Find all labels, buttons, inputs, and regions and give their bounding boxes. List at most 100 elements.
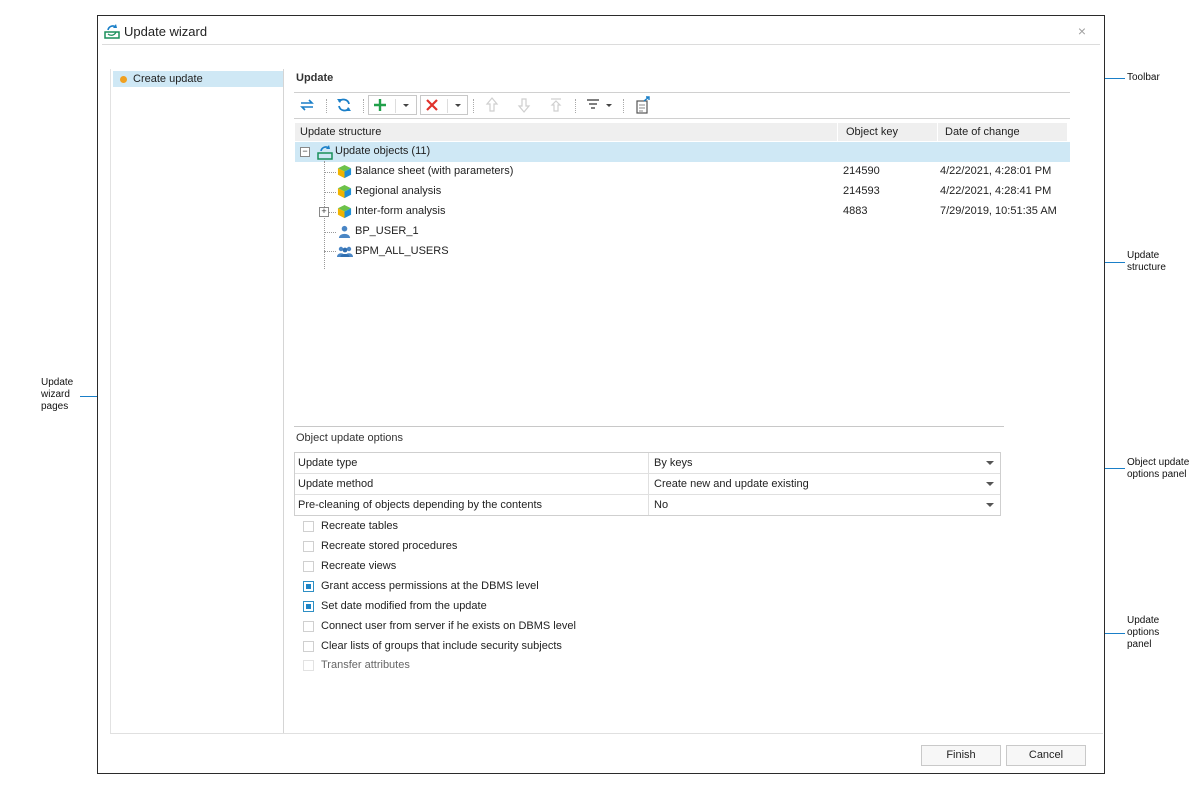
add-icon[interactable] xyxy=(370,95,390,115)
group-icon xyxy=(337,246,353,257)
tree-root-label: Update objects (11) xyxy=(335,145,431,157)
filter-icon[interactable] xyxy=(584,95,604,115)
tree-line xyxy=(324,192,336,193)
checkbox-label: Transfer attributes xyxy=(321,659,410,671)
callout-update-options: Update options panel xyxy=(1127,615,1160,650)
tree-row-key: 214590 xyxy=(843,165,880,177)
tree-row-date: 7/29/2019, 10:51:35 AM xyxy=(940,205,1057,217)
toolbar xyxy=(294,95,1070,117)
move-top-icon[interactable] xyxy=(546,95,566,115)
tree-root-row[interactable]: − Update objects (11) xyxy=(295,142,1070,162)
tree-line xyxy=(324,172,336,173)
checkbox-transfer-attributes[interactable] xyxy=(303,660,314,671)
callout-object-options: Object update options panel xyxy=(1127,457,1190,480)
move-down-icon[interactable] xyxy=(514,95,534,115)
option-row-update-method[interactable]: Update method Create new and update exis… xyxy=(295,474,1000,495)
wizard-pages-panel: Create update xyxy=(110,69,284,733)
column-header-object-key[interactable]: Object key xyxy=(838,123,940,141)
checkbox-grant-access-permissions[interactable] xyxy=(303,581,314,592)
chevron-down-icon[interactable] xyxy=(986,461,994,465)
collapse-icon[interactable]: − xyxy=(300,147,310,157)
checkbox-label: Recreate stored procedures xyxy=(321,540,458,552)
add-dropdown-arrow-icon[interactable] xyxy=(398,95,414,115)
wizard-page-create-update[interactable]: Create update xyxy=(113,71,283,87)
toolbar-separator xyxy=(447,99,449,113)
toolbar-separator xyxy=(395,99,397,113)
cube-icon xyxy=(337,164,352,179)
update-structure-tree: Update structure Object key Date of chan… xyxy=(295,123,1070,428)
cube-icon xyxy=(337,184,352,199)
tree-row-label: BPM_ALL_USERS xyxy=(355,245,449,257)
tree-row-key: 214593 xyxy=(843,185,880,197)
object-options-title: Object update options xyxy=(296,432,404,444)
checkbox-label: Recreate tables xyxy=(321,520,399,532)
checkbox-set-date-modified[interactable] xyxy=(303,601,314,612)
filter-dropdown-arrow-icon[interactable] xyxy=(603,95,615,115)
tree-row[interactable]: BP_USER_1 xyxy=(295,222,1070,242)
grid-divider xyxy=(648,474,649,494)
tree-row[interactable]: + Inter-form analysis 4883 7/29/2019, 10… xyxy=(295,202,1070,222)
column-header-structure[interactable]: Update structure xyxy=(295,123,842,141)
tree-row-label: Balance sheet (with parameters) xyxy=(355,165,514,177)
checkbox-recreate-tables[interactable] xyxy=(303,521,314,532)
tree-row-label: Regional analysis xyxy=(355,185,442,197)
title-divider xyxy=(102,44,1100,45)
checkbox-label: Grant access permissions at the DBMS lev… xyxy=(321,580,539,592)
delete-icon[interactable] xyxy=(422,95,442,115)
checkbox-connect-user[interactable] xyxy=(303,621,314,632)
toolbar-separator xyxy=(623,99,625,113)
toolbar-separator xyxy=(326,99,328,113)
wizard-page-label: Create update xyxy=(133,73,203,85)
column-header-date-of-change[interactable]: Date of change xyxy=(938,123,1067,141)
close-icon[interactable]: × xyxy=(1078,23,1086,39)
chevron-down-icon[interactable] xyxy=(986,503,994,507)
toolbar-separator xyxy=(473,99,475,113)
delete-dropdown-arrow-icon[interactable] xyxy=(450,95,466,115)
tree-row[interactable]: Regional analysis 214593 4/22/2021, 4:28… xyxy=(295,182,1070,202)
update-section-title: Update xyxy=(296,72,334,84)
checkbox-label: Set date modified from the update xyxy=(321,600,487,612)
footer-divider xyxy=(110,733,1103,734)
active-page-dot-icon xyxy=(120,76,127,83)
tree-row[interactable]: Balance sheet (with parameters) 214590 4… xyxy=(295,162,1070,182)
tree-row-date: 4/22/2021, 4:28:01 PM xyxy=(940,165,1052,177)
option-name: Update method xyxy=(298,478,374,490)
export-icon[interactable] xyxy=(633,95,653,115)
section-divider xyxy=(294,92,1070,93)
toolbar-divider xyxy=(294,118,1070,119)
tree-row-label: Inter-form analysis xyxy=(355,205,446,217)
option-row-pre-cleaning[interactable]: Pre-cleaning of objects depending by the… xyxy=(295,495,1000,515)
move-up-icon[interactable] xyxy=(482,95,502,115)
expand-icon[interactable]: + xyxy=(319,207,329,217)
toolbar-separator xyxy=(363,99,365,113)
finish-button[interactable]: Finish xyxy=(921,745,1001,766)
update-objects-icon xyxy=(317,145,333,160)
toolbar-separator xyxy=(575,99,577,113)
tree-line xyxy=(324,232,336,233)
checkbox-recreate-views[interactable] xyxy=(303,561,314,572)
option-value-select[interactable]: By keys xyxy=(654,457,693,469)
checkbox-clear-group-lists[interactable] xyxy=(303,641,314,652)
chevron-down-icon[interactable] xyxy=(986,482,994,486)
update-wizard-icon xyxy=(104,24,120,39)
callout-update-structure: Update structure xyxy=(1127,250,1166,273)
options-divider xyxy=(294,426,1004,427)
option-name: Update type xyxy=(298,457,358,469)
option-value-select[interactable]: No xyxy=(654,499,668,511)
option-name: Pre-cleaning of objects depending by the… xyxy=(298,499,542,511)
checkbox-recreate-stored-procedures[interactable] xyxy=(303,541,314,552)
tree-row-label: BP_USER_1 xyxy=(355,225,419,237)
option-row-update-type[interactable]: Update type By keys xyxy=(295,453,1000,474)
grid-divider xyxy=(648,453,649,473)
dialog-title: Update wizard xyxy=(124,24,208,39)
cube-icon xyxy=(337,204,352,219)
update-refresh-icon[interactable] xyxy=(297,95,317,115)
checkbox-label: Connect user from server if he exists on… xyxy=(321,620,576,632)
checkbox-label: Recreate views xyxy=(321,560,397,572)
grid-divider xyxy=(648,495,649,515)
option-value-select[interactable]: Create new and update existing xyxy=(654,478,809,490)
cancel-button[interactable]: Cancel xyxy=(1006,745,1086,766)
refresh-icon[interactable] xyxy=(334,95,354,115)
tree-row[interactable]: BPM_ALL_USERS xyxy=(295,242,1070,262)
user-icon xyxy=(338,225,351,238)
